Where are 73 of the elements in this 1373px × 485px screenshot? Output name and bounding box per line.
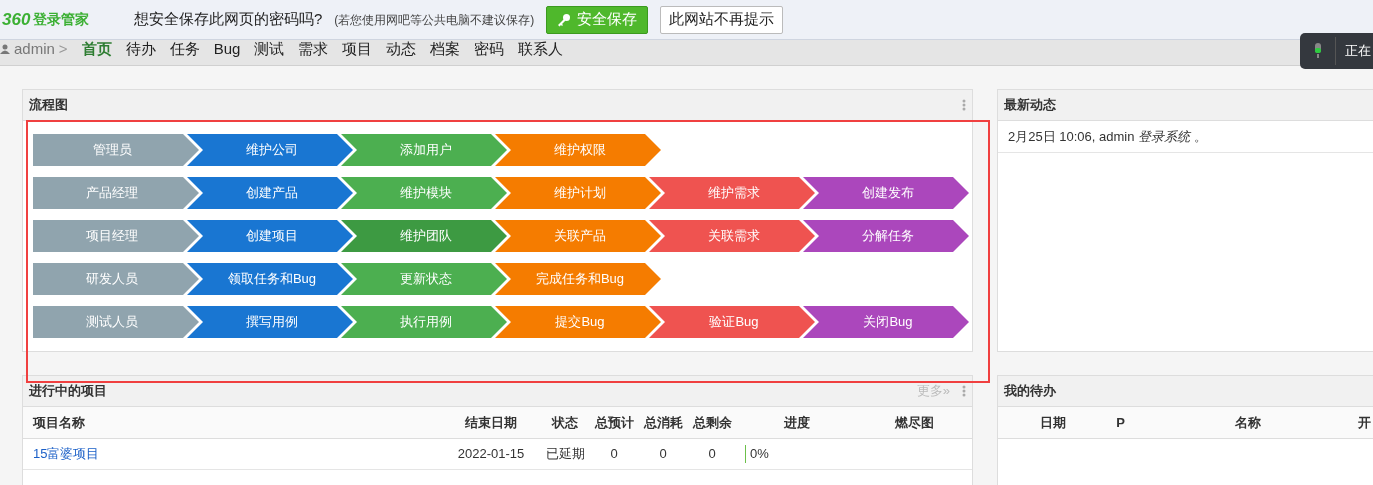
column-header: 总剩余	[692, 413, 732, 432]
product-name: 登录管家	[33, 10, 90, 29]
column-header: 结束日期	[465, 413, 517, 432]
project-link[interactable]: 15富婆项目	[33, 444, 441, 464]
step-chevron: 领取任务和Bug	[187, 263, 353, 295]
nav-item[interactable]: 动态	[386, 40, 417, 58]
panel-title: 最新动态	[1004, 96, 1056, 115]
step-chevron: 添加用户	[341, 134, 507, 166]
nav-item[interactable]: 档案	[430, 40, 461, 58]
nav-item[interactable]: 测试	[254, 40, 285, 58]
step-chevron: 关闭Bug	[803, 306, 969, 338]
step-chevron: 关联需求	[649, 220, 815, 252]
nav-item[interactable]: 待办	[125, 40, 156, 58]
microphone-icon	[1313, 43, 1323, 59]
table-cell-text: 2022-01-15	[457, 445, 525, 464]
column-header: 项目名称	[33, 413, 86, 432]
more-options-icon[interactable]	[962, 99, 966, 111]
voice-status: 正在	[1345, 42, 1371, 61]
step-chevron: 关联产品	[495, 220, 661, 252]
step-chevron: 维护团队	[341, 220, 507, 252]
column-header: 进度	[784, 413, 810, 432]
step-chevron: 创建发布	[803, 177, 969, 209]
step-chevron: 完成任务和Bug	[495, 263, 661, 295]
step-chevron: 创建产品	[187, 177, 353, 209]
step-chevron: 维护权限	[495, 134, 661, 166]
nav-item[interactable]: 项目	[342, 40, 373, 58]
panel-title: 我的待办	[1004, 382, 1056, 401]
step-chevron: 分解任务	[803, 220, 969, 252]
table-cell-text: 0	[659, 445, 667, 464]
step-chevron: 验证Bug	[649, 306, 815, 338]
nav-item[interactable]: 任务	[169, 40, 200, 58]
step-chevron: 维护公司	[187, 134, 353, 166]
column-header: 名称	[1235, 413, 1261, 432]
column-header: P	[1116, 413, 1125, 432]
column-header: 状态	[552, 413, 578, 432]
progress-text: 0%	[745, 445, 769, 463]
role-chevron: 研发人员	[33, 263, 199, 295]
column-header: 燃尽图	[895, 413, 934, 432]
nav-item[interactable]: 需求	[298, 40, 329, 58]
column-header: 日期	[1040, 413, 1066, 432]
user-link[interactable]: admin >	[0, 40, 68, 58]
step-chevron: 执行用例	[341, 306, 507, 338]
step-chevron: 创建项目	[187, 220, 353, 252]
role-chevron: 项目经理	[33, 220, 199, 252]
role-chevron: 产品经理	[33, 177, 199, 209]
step-chevron: 更新状态	[341, 263, 507, 295]
step-chevron: 提交Bug	[495, 306, 661, 338]
table-cell-text: 已延期	[545, 445, 585, 464]
step-chevron: 撰写用例	[187, 306, 353, 338]
save-question: 想安全保存此网页的密码吗?	[134, 9, 323, 30]
nav-item[interactable]: 联系人	[518, 40, 564, 58]
column-header: 开	[1358, 413, 1372, 432]
logo: 360	[2, 8, 31, 31]
table-cell-text: 0	[610, 445, 618, 464]
panel-title: 进行中的项目	[29, 382, 107, 401]
save-note: (若您使用网吧等公共电脑不建议保存)	[334, 11, 535, 29]
user-icon	[0, 44, 10, 54]
more-options-icon[interactable]	[962, 385, 966, 397]
key-icon	[557, 12, 572, 27]
step-chevron: 维护需求	[649, 177, 815, 209]
role-chevron: 测试人员	[33, 306, 199, 338]
step-chevron: 维护计划	[495, 177, 661, 209]
nav-item[interactable]: Bug	[213, 40, 241, 58]
nav-item[interactable]: 密码	[474, 40, 505, 58]
step-chevron: 维护模块	[341, 177, 507, 209]
nav-item[interactable]: 首页	[81, 40, 112, 58]
panel-title: 流程图	[29, 96, 68, 115]
dismiss-button[interactable]: 此网站不再提示	[660, 5, 784, 34]
activity-entry: 2月25日 10:06, admin 登录系统 。	[1008, 127, 1207, 146]
table-cell-text: 0	[708, 445, 716, 464]
column-header: 总预计	[594, 413, 634, 432]
column-header: 总消耗	[643, 413, 683, 432]
role-chevron: 管理员	[33, 134, 199, 166]
